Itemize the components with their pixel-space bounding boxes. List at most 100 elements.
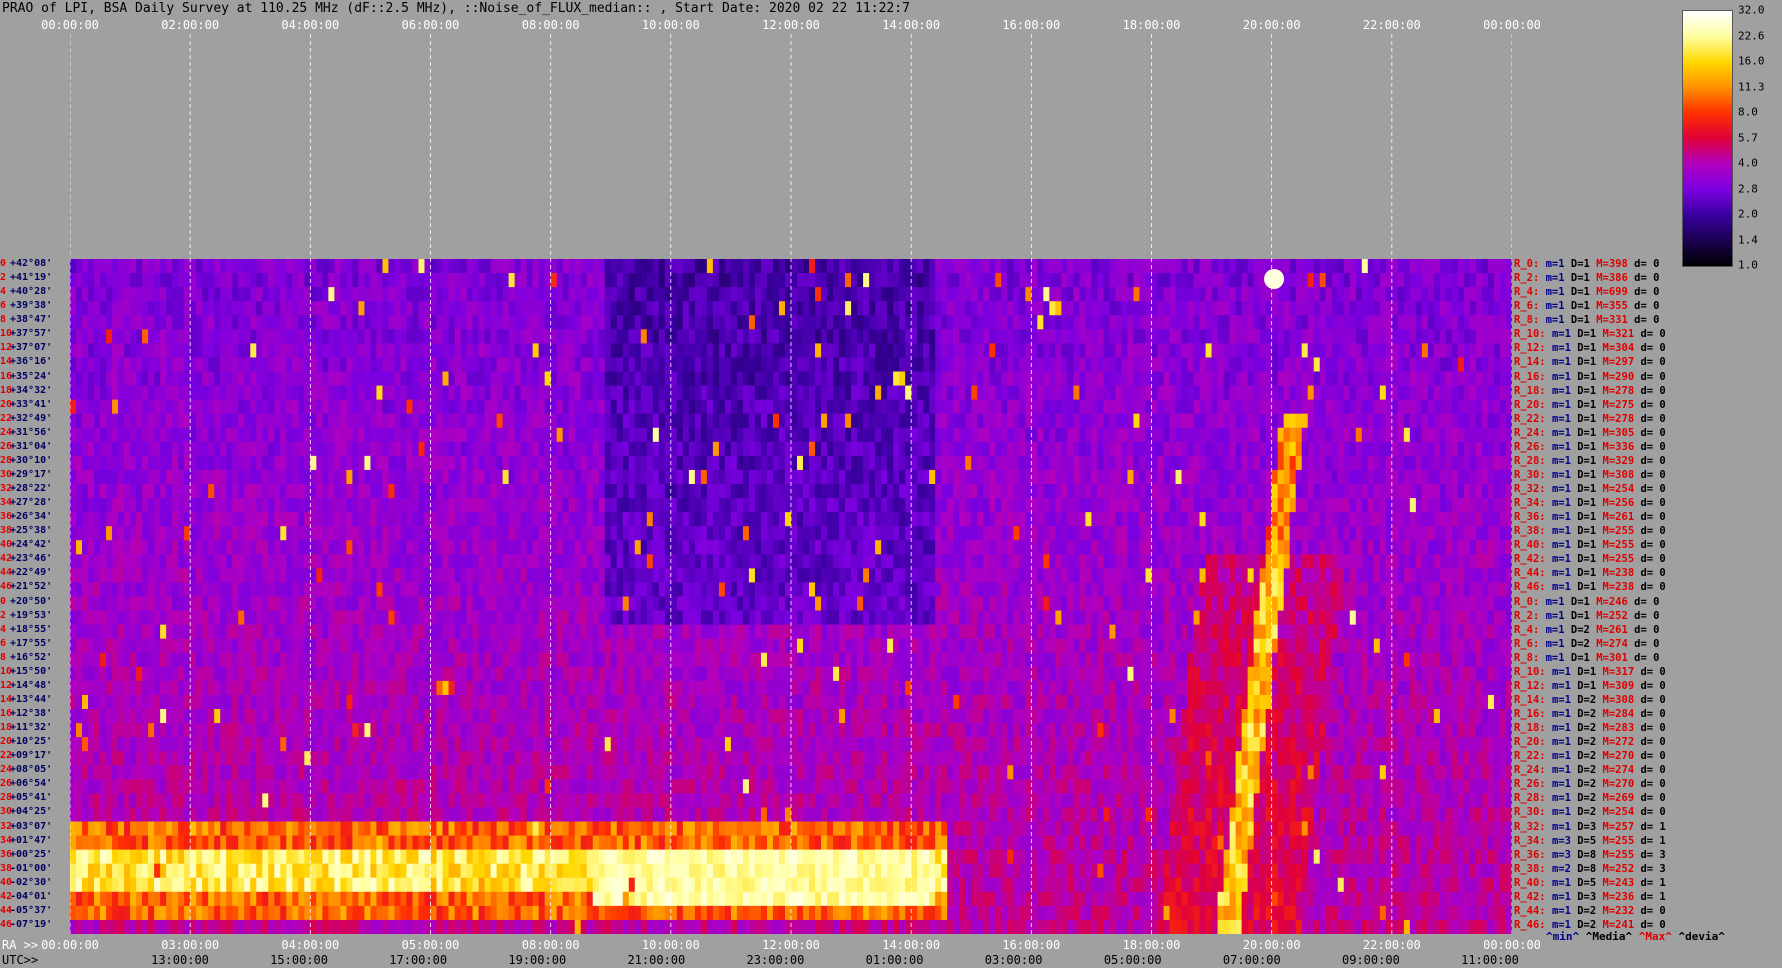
heatmap-cell [953,287,960,302]
heatmap-cell [893,441,900,457]
heatmap-cell [106,287,113,302]
heatmap-cell [857,498,864,513]
heatmap-cell [917,413,924,429]
heatmap-cell [1385,427,1393,443]
heatmap-cell [1013,399,1020,415]
heatmap-cell [130,399,137,415]
heatmap-cell [514,357,522,372]
heatmap-cell [82,301,89,316]
heatmap-cell [688,259,696,274]
heatmap-cell [1487,259,1495,274]
heatmap-cell [989,329,996,344]
heatmap-cell [1103,329,1110,344]
heatmap-cell [1199,301,1207,316]
heatmap-cell [340,385,347,401]
heatmap-cell [634,259,642,274]
heatmap-cell [791,455,798,471]
heatmap-cell [1349,329,1357,344]
heatmap-cell [754,484,762,499]
heatmap-cell [1343,259,1351,274]
heatmap-cell [1463,512,1471,527]
heatmap-cell [106,526,113,541]
heatmap-cell [394,526,401,541]
heatmap-cell [328,427,335,443]
heatmap-cell [484,259,492,274]
heatmap-cell [1073,287,1080,302]
heatmap-cell [1019,441,1026,457]
heatmap-cell [1193,526,1201,541]
heatmap-cell [172,540,179,555]
heatmap-cell [424,484,431,499]
heatmap-cell [502,343,510,358]
heatmap-cell [1175,357,1183,372]
heatmap-cell [989,273,996,288]
heatmap-cell [412,540,419,555]
heatmap-cell [1163,385,1171,401]
heatmap-cell [1433,469,1441,485]
heatmap-cell [544,413,552,429]
heatmap-cell [1253,301,1261,316]
heatmap-cell [304,484,311,499]
heatmap-cell [616,427,624,443]
heatmap-cell [1451,427,1459,443]
heatmap-cell [184,301,191,316]
heatmap-cell [821,427,828,443]
heatmap-cell [496,498,504,513]
heatmap-cell [1307,343,1315,358]
heatmap-cell [100,273,107,288]
heatmap-cell [1007,343,1014,358]
heatmap-cell [827,427,834,443]
heatmap-cell [1277,371,1285,387]
heatmap-cell [586,413,594,429]
heatmap-cell [658,526,666,541]
heatmap-cell [454,441,462,457]
heatmap-cell [376,287,383,302]
heatmap-cell [100,540,107,555]
heatmap-cell [676,357,684,372]
heatmap-cell [556,441,564,457]
heatmap-cell [376,357,383,372]
heatmap-cell [1205,441,1213,457]
heatmap-cell [532,343,540,358]
heatmap-cell [766,259,774,274]
heatmap-cell [1121,287,1128,302]
heatmap-cell [718,287,726,302]
heatmap-cell [791,273,798,288]
heatmap-cell [911,526,918,541]
heatmap-cell [1121,357,1128,372]
heatmap-cell [1175,273,1183,288]
heatmap-cell [286,484,293,499]
heatmap-cell [208,287,215,302]
heatmap-cell [839,540,846,555]
heatmap-cell [394,413,401,429]
heatmap-cell [1211,343,1219,358]
heatmap-cell [208,259,215,274]
heatmap-cell [664,512,672,527]
heatmap-cell [1139,441,1146,457]
heatmap-cell [190,540,197,555]
heatmap-cell [1451,526,1459,541]
heatmap-cell [905,484,912,499]
heatmap-cell [1115,259,1122,274]
heatmap-cell [508,441,516,457]
heatmap-cell [1145,329,1152,344]
heatmap-cell [1055,371,1062,387]
heatmap-cell [178,469,185,485]
heatmap-cell [448,484,456,499]
heatmap-cell [88,273,95,288]
heatmap-cell [526,343,534,358]
heatmap-cell [1055,301,1062,316]
heatmap-cell [989,301,996,316]
heatmap-cell [1367,469,1375,485]
heatmap-cell [682,427,690,443]
heatmap-cell [1085,329,1092,344]
heatmap-cell [1451,357,1459,372]
heatmap-cell [478,315,486,330]
heatmap-cell [959,512,966,527]
heatmap-cell [670,526,678,541]
heatmap-cell [905,512,912,527]
heatmap-cell [436,385,444,401]
heatmap-cell [280,441,287,457]
heatmap-cell [1241,329,1249,344]
heatmap-cell [1505,259,1513,274]
